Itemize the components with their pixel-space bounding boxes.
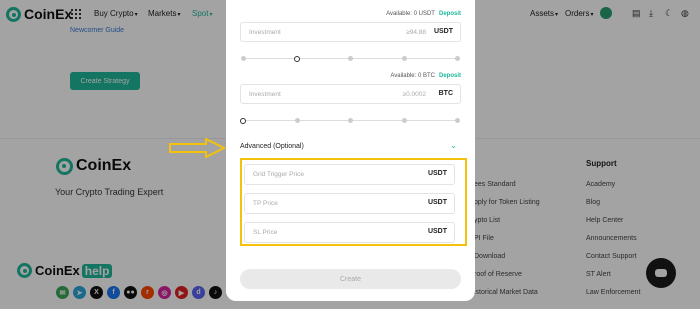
grid-trigger-price-field[interactable]: Grid Trigger Price USDT	[244, 164, 455, 185]
slider-step[interactable]	[294, 118, 300, 123]
create-strategy-modal: Available: 0 USDT Deposit Investment ≥94.…	[226, 0, 475, 301]
usdt-available: Available: 0 USDT Deposit	[386, 11, 461, 17]
btc-available: Available: 0 BTC Deposit	[390, 73, 461, 79]
btc-investment-field[interactable]: Investment ≥0.0002 BTC	[240, 84, 461, 104]
usdt-slider[interactable]	[241, 55, 460, 62]
usdt-deposit-link[interactable]: Deposit	[439, 11, 461, 17]
advanced-toggle[interactable]: Advanced (Optional)	[240, 143, 304, 150]
slider-step[interactable]	[241, 56, 246, 61]
btc-deposit-link[interactable]: Deposit	[439, 73, 461, 79]
usdt-investment-field[interactable]: Investment ≥94.88 USDT	[240, 22, 461, 42]
slider-step[interactable]	[348, 56, 353, 61]
slider-step[interactable]	[455, 56, 460, 61]
slider-step[interactable]	[455, 118, 460, 123]
create-button[interactable]: Create	[240, 269, 461, 289]
slider-step[interactable]	[401, 56, 407, 61]
slider-step[interactable]	[293, 55, 300, 62]
slider-step[interactable]	[401, 118, 407, 123]
sl-price-field[interactable]: SL Price USDT	[244, 222, 455, 243]
slider-step[interactable]	[348, 118, 353, 123]
slider-step[interactable]	[240, 117, 246, 124]
annotation-arrow-icon	[169, 138, 227, 158]
chevron-down-icon[interactable]: ⌄	[450, 141, 457, 150]
btc-slider[interactable]	[240, 117, 460, 124]
tp-price-field[interactable]: TP Price USDT	[244, 193, 455, 214]
